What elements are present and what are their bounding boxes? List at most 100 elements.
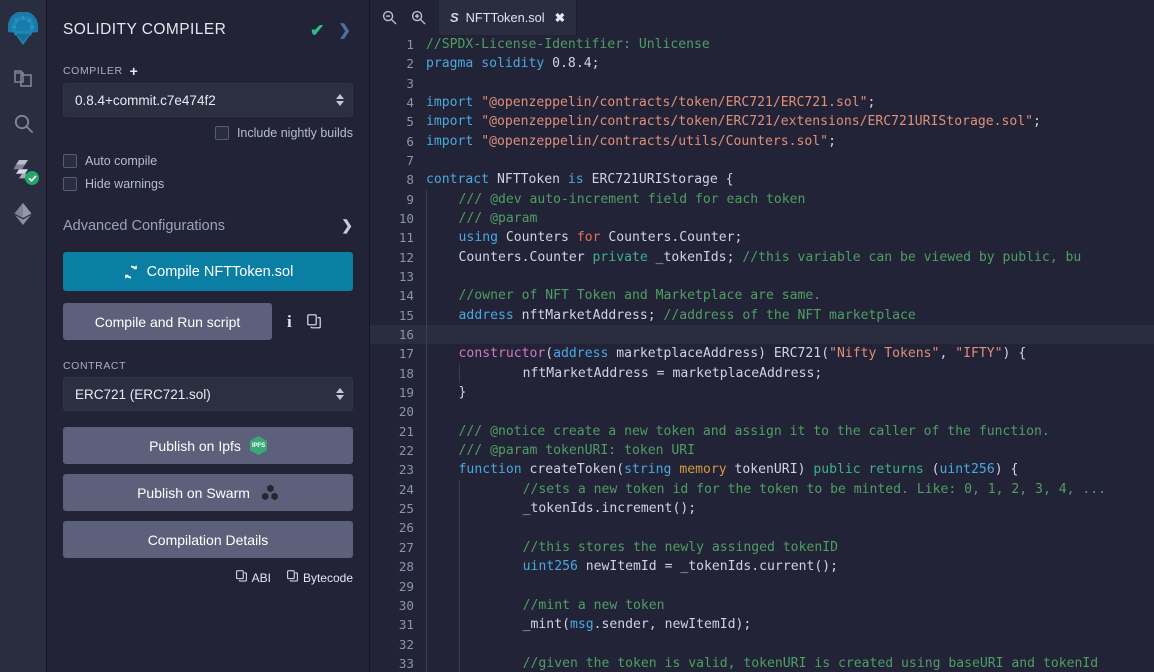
copy-icon[interactable] <box>307 314 321 329</box>
code-line[interactable]: 19 } <box>370 383 1154 402</box>
publish-on-ipfs-label: Publish on Ipfs <box>149 438 241 454</box>
line-number: 18 <box>370 364 426 383</box>
code-token: , <box>939 346 955 361</box>
indent-guide <box>426 267 427 286</box>
compile-button[interactable]: Compile NFTToken.sol <box>63 252 353 291</box>
line-text: //given the token is valid, tokenURI is … <box>426 654 1154 672</box>
info-icon[interactable]: i <box>287 313 292 330</box>
copy-bytecode-button[interactable]: Bytecode <box>287 570 353 585</box>
code-line[interactable]: 31 _mint(msg.sender, newItemId); <box>370 615 1154 634</box>
code-token <box>427 346 459 361</box>
code-line[interactable]: 25 _tokenIds.increment(); <box>370 499 1154 518</box>
search-icon[interactable] <box>1 101 45 146</box>
line-number: 21 <box>370 422 426 441</box>
code-token: NFTToken <box>489 172 568 187</box>
publish-on-ipfs-button[interactable]: Publish on Ipfs IPFS <box>63 427 353 464</box>
indent-guide <box>426 615 427 634</box>
code-line[interactable]: 15 address nftMarketAddress; //address o… <box>370 306 1154 325</box>
code-line[interactable]: 24 //sets a new token id for the token t… <box>370 480 1154 499</box>
contract-select[interactable]: ERC721 (ERC721.sol) <box>63 377 353 411</box>
include-nightly-builds-row[interactable]: Include nightly builds <box>63 126 353 140</box>
hide-warnings-row[interactable]: Hide warnings <box>63 177 353 191</box>
code-token: for <box>577 230 601 245</box>
line-number: 4 <box>370 93 426 112</box>
line-number: 15 <box>370 306 426 325</box>
line-text: uint256 newItemId = _tokenIds.current(); <box>426 557 1154 576</box>
copy-abi-button[interactable]: ABI <box>236 570 271 585</box>
code-line[interactable]: 26 <box>370 518 1154 537</box>
solidity-compiler-icon[interactable] <box>1 146 45 191</box>
remix-logo[interactable] <box>1 6 45 56</box>
code-line[interactable]: 9 /// @dev auto-increment field for each… <box>370 190 1154 209</box>
code-line[interactable]: 3 <box>370 74 1154 93</box>
code-line[interactable]: 12 Counters.Counter private _tokenIds; /… <box>370 248 1154 267</box>
code-line[interactable]: 17 constructor(address marketplaceAddres… <box>370 344 1154 363</box>
ipfs-icon: IPFS <box>250 436 267 455</box>
code-line[interactable]: 10 /// @param <box>370 209 1154 228</box>
code-content[interactable]: 1//SPDX-License-Identifier: Unlicense2pr… <box>370 35 1154 672</box>
code-line[interactable]: 11 using Counters for Counters.Counter; <box>370 228 1154 247</box>
advanced-configurations-toggle[interactable]: Advanced Configurations ❯ <box>63 217 353 234</box>
tab-nfttoken-sol[interactable]: SNFTToken.sol✖ <box>439 0 577 35</box>
compilation-details-button[interactable]: Compilation Details <box>63 521 353 558</box>
line-text: Counters.Counter private _tokenIds; //th… <box>426 248 1154 267</box>
line-text: using Counters for Counters.Counter; <box>426 228 1154 247</box>
line-number: 29 <box>370 577 426 596</box>
code-line[interactable]: 16 <box>370 325 1154 344</box>
deploy-run-icon[interactable] <box>1 191 45 236</box>
compiler-version-select[interactable]: 0.8.4+commit.c7e474f2 <box>63 83 353 117</box>
code-line[interactable]: 33 //given the token is valid, tokenURI … <box>370 654 1154 672</box>
line-number: 20 <box>370 402 426 421</box>
code-token: is <box>568 172 584 187</box>
hide-warnings-checkbox[interactable] <box>63 177 77 191</box>
zoom-out-icon[interactable] <box>382 10 397 25</box>
add-compiler-icon[interactable]: + <box>130 64 139 78</box>
code-line[interactable]: 5import "@openzeppelin/contracts/token/E… <box>370 112 1154 131</box>
code-line[interactable]: 4import "@openzeppelin/contracts/token/E… <box>370 93 1154 112</box>
code-line[interactable]: 27 //this stores the newly assinged toke… <box>370 538 1154 557</box>
code-line[interactable]: 13 <box>370 267 1154 286</box>
line-text: /// @param <box>426 209 1154 228</box>
code-line[interactable]: 7 <box>370 151 1154 170</box>
compile-run-row: Compile and Run script i <box>63 303 353 340</box>
close-icon[interactable]: ✖ <box>555 10 565 25</box>
code-token: uint256 <box>940 462 995 477</box>
code-line[interactable]: 6import "@openzeppelin/contracts/utils/C… <box>370 132 1154 151</box>
code-line[interactable]: 28 uint256 newItemId = _tokenIds.current… <box>370 557 1154 576</box>
line-number: 14 <box>370 286 426 305</box>
code-token: /// @dev auto-increment field for each t… <box>427 192 805 207</box>
include-nightly-builds-label: Include nightly builds <box>237 126 353 140</box>
code-line[interactable]: 29 <box>370 577 1154 596</box>
code-line[interactable]: 8contract NFTToken is ERC721URIStorage { <box>370 170 1154 189</box>
code-token: //mint a new token <box>460 598 665 613</box>
indent-guide <box>426 557 427 576</box>
file-explorer-icon[interactable] <box>1 56 45 101</box>
code-line[interactable]: 23 function createToken(string memory to… <box>370 460 1154 479</box>
code-line[interactable]: 18 nftMarketAddress = marketplaceAddress… <box>370 364 1154 383</box>
code-line[interactable]: 2pragma solidity 0.8.4; <box>370 54 1154 73</box>
code-token: .sender, newItemId); <box>594 617 752 632</box>
line-number: 2 <box>370 54 426 73</box>
code-line[interactable]: 20 <box>370 402 1154 421</box>
code-line[interactable]: 21 /// @notice create a new token and as… <box>370 422 1154 441</box>
hide-warnings-label: Hide warnings <box>85 177 164 191</box>
line-text: /// @dev auto-increment field for each t… <box>426 190 1154 209</box>
zoom-in-icon[interactable] <box>411 10 426 25</box>
auto-compile-checkbox[interactable] <box>63 154 77 168</box>
code-line[interactable]: 1//SPDX-License-Identifier: Unlicense <box>370 35 1154 54</box>
auto-compile-row[interactable]: Auto compile <box>63 154 353 168</box>
code-token: _mint( <box>460 617 570 632</box>
editor-tabbar: SNFTToken.sol✖ <box>370 0 1154 35</box>
publish-on-swarm-button[interactable]: Publish on Swarm <box>63 474 353 511</box>
code-token: tokenURI) <box>727 462 814 477</box>
chevron-right-icon[interactable]: ❯ <box>338 23 351 38</box>
code-line[interactable]: 22 /// @param tokenURI: token URI <box>370 441 1154 460</box>
indent-guide <box>459 635 460 654</box>
code-line[interactable]: 32 <box>370 635 1154 654</box>
code-token: string <box>624 462 671 477</box>
copy-icon <box>236 570 247 585</box>
include-nightly-builds-checkbox[interactable] <box>215 126 229 140</box>
code-line[interactable]: 14 //owner of NFT Token and Marketplace … <box>370 286 1154 305</box>
compile-and-run-script-button[interactable]: Compile and Run script <box>63 303 272 340</box>
code-line[interactable]: 30 //mint a new token <box>370 596 1154 615</box>
